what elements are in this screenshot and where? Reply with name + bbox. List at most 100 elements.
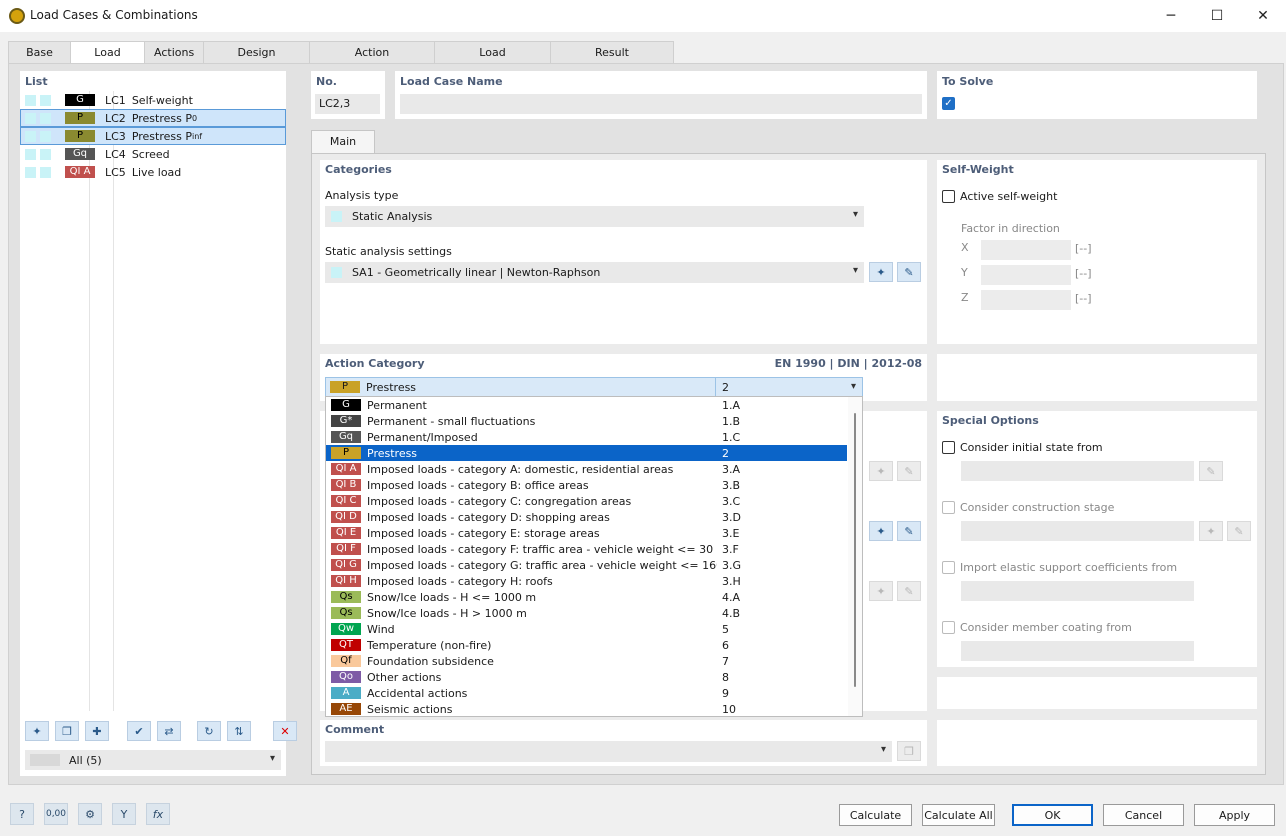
title-bar: Load Cases & Combinations ─ ☐ ✕: [0, 0, 1286, 32]
dropdown-option[interactable]: AE Seismic actions 10: [326, 701, 847, 717]
category-badge: QI C: [331, 495, 361, 507]
category-badge: QI E: [331, 527, 361, 539]
dropdown-option[interactable]: A Accidental actions 9: [326, 685, 847, 701]
tab-load-combinations[interactable]: Load Combinations: [434, 41, 551, 80]
close-button[interactable]: ✕: [1240, 0, 1286, 32]
cancel-button[interactable]: Cancel: [1103, 804, 1184, 826]
list-item[interactable]: P LC3 Prestress Pinf: [20, 127, 286, 145]
copy-icon[interactable]: ❐: [897, 741, 921, 761]
edit-settings-icon[interactable]: ✎: [897, 262, 921, 282]
filter-icon[interactable]: Y: [112, 803, 136, 825]
action-category-select[interactable]: P Prestress 2 ▾: [325, 377, 863, 398]
comment-field[interactable]: ▾: [325, 741, 892, 762]
analysis-type-select[interactable]: Static Analysis ▾: [325, 206, 864, 227]
ok-button[interactable]: OK: [1012, 804, 1093, 826]
new-icon[interactable]: ✦: [869, 461, 893, 481]
maximize-button[interactable]: ☐: [1194, 0, 1240, 32]
member-coating-checkbox[interactable]: [942, 621, 955, 634]
category-badge: QI B: [331, 479, 361, 491]
new-icon[interactable]: ✦: [869, 521, 893, 541]
sort-icon[interactable]: ⇅: [227, 721, 251, 741]
elastic-support-field[interactable]: [961, 581, 1194, 601]
initial-state-label: Consider initial state from: [960, 441, 1103, 454]
dropdown-list: G Permanent 1.A G* Permanent - small fluctua…: [326, 397, 847, 717]
edit-icon[interactable]: ✎: [897, 521, 921, 541]
units-icon[interactable]: 0,00: [44, 803, 68, 825]
apply-button[interactable]: Apply: [1194, 804, 1275, 826]
factor-x-input[interactable]: [981, 240, 1071, 260]
dropdown-option[interactable]: QI H Imposed loads - category H: roofs 3.H: [326, 573, 847, 589]
dropdown-option[interactable]: Qf Foundation subsidence 7: [326, 653, 847, 669]
no-field[interactable]: LC2,3: [315, 94, 380, 114]
initial-state-checkbox[interactable]: [942, 441, 955, 454]
tab-load-cases[interactable]: Load Cases: [70, 41, 145, 80]
tab-action-combinations[interactable]: Action Combinations: [309, 41, 435, 80]
category-badge: Qs: [331, 591, 361, 603]
factor-z-input[interactable]: [981, 290, 1071, 310]
dropdown-option[interactable]: QI G Imposed loads - category G: traffic …: [326, 557, 847, 573]
calculate-button[interactable]: Calculate: [839, 804, 912, 826]
dropdown-option[interactable]: Qs Snow/Ice loads - H > 1000 m 4.B: [326, 605, 847, 621]
app-icon: [9, 8, 25, 24]
formula-icon[interactable]: fx: [146, 803, 170, 825]
dropdown-option[interactable]: QI E Imposed loads - category E: storage …: [326, 525, 847, 541]
delete-icon[interactable]: ✕: [273, 721, 297, 741]
name-field[interactable]: [400, 94, 922, 114]
renumber-icon[interactable]: ↻: [197, 721, 221, 741]
dropdown-option[interactable]: QI D Imposed loads - category D: shopping…: [326, 509, 847, 525]
dropdown-option[interactable]: QI C Imposed loads - category C: congrega…: [326, 493, 847, 509]
list-item[interactable]: G LC1 Self-weight: [20, 91, 286, 109]
dropdown-option[interactable]: P Prestress 2: [326, 445, 847, 461]
action-category-dropdown: G Permanent 1.A G* Permanent - small fluctua…: [325, 396, 863, 717]
scrollbar-thumb[interactable]: [854, 413, 856, 687]
edit-icon[interactable]: ✎: [897, 581, 921, 601]
edit-icon[interactable]: ✎: [897, 461, 921, 481]
copy-icon[interactable]: ❐: [55, 721, 79, 741]
dropdown-option[interactable]: QT Temperature (non-fire) 6: [326, 637, 847, 653]
calculate-all-button[interactable]: Calculate All: [922, 804, 995, 826]
factor-y-input[interactable]: [981, 265, 1071, 285]
edit-icon[interactable]: ✎: [1227, 521, 1251, 541]
tab-actions[interactable]: Actions: [144, 41, 204, 63]
member-coating-field[interactable]: [961, 641, 1194, 661]
dropdown-option[interactable]: Gq Permanent/Imposed 1.C: [326, 429, 847, 445]
tab-main[interactable]: Main: [311, 130, 375, 154]
dropdown-option[interactable]: QI B Imposed loads - category B: office a…: [326, 477, 847, 493]
insert-icon[interactable]: ✚: [85, 721, 109, 741]
main-tabs: Base Load Cases Actions Design Situation…: [8, 41, 674, 80]
dropdown-option[interactable]: G* Permanent - small fluctuations 1.B: [326, 413, 847, 429]
initial-state-field[interactable]: [961, 461, 1194, 481]
dropdown-option[interactable]: Qo Other actions 8: [326, 669, 847, 685]
new-load-case-icon[interactable]: ✦: [25, 721, 49, 741]
dropdown-option[interactable]: QI A Imposed loads - category A: domestic…: [326, 461, 847, 477]
new-icon[interactable]: ✦: [869, 581, 893, 601]
check-all-icon[interactable]: ✔: [127, 721, 151, 741]
toggle-check-icon[interactable]: ⇄: [157, 721, 181, 741]
list-item[interactable]: Gq LC4 Screed: [20, 145, 286, 163]
new-settings-icon[interactable]: ✦: [869, 262, 893, 282]
elastic-support-checkbox[interactable]: [942, 561, 955, 574]
list-filter-select[interactable]: All (5) ▾: [25, 750, 281, 770]
construction-stage-checkbox[interactable]: [942, 501, 955, 514]
tab-result-combinations[interactable]: Result Combinations: [550, 41, 674, 80]
construction-stage-field[interactable]: [961, 521, 1194, 541]
list-item[interactable]: P LC2 Prestress P0: [20, 109, 286, 127]
list-item[interactable]: QI A LC5 Live load: [20, 163, 286, 181]
dropdown-option[interactable]: Qw Wind 5: [326, 621, 847, 637]
dropdown-option[interactable]: G Permanent 1.A: [326, 397, 847, 413]
tab-base[interactable]: Base: [8, 41, 71, 63]
to-solve-checkbox[interactable]: ✓: [942, 97, 955, 110]
dropdown-option[interactable]: QI F Imposed loads - category F: traffic …: [326, 541, 847, 557]
model-info-icon[interactable]: ⚙: [78, 803, 102, 825]
static-settings-select[interactable]: SA1 - Geometrically linear | Newton-Raph…: [325, 262, 864, 283]
dropdown-option[interactable]: Qs Snow/Ice loads - H <= 1000 m 4.A: [326, 589, 847, 605]
tab-design-situations[interactable]: Design Situations: [203, 41, 310, 80]
color-swatch: [331, 267, 342, 278]
dropdown-scrollbar[interactable]: [848, 397, 862, 716]
option-code: 3.F: [722, 542, 739, 556]
minimize-button[interactable]: ─: [1148, 0, 1194, 32]
active-self-weight-checkbox[interactable]: [942, 190, 955, 203]
edit-icon[interactable]: ✎: [1199, 461, 1223, 481]
new-icon[interactable]: ✦: [1199, 521, 1223, 541]
help-icon[interactable]: ?: [10, 803, 34, 825]
